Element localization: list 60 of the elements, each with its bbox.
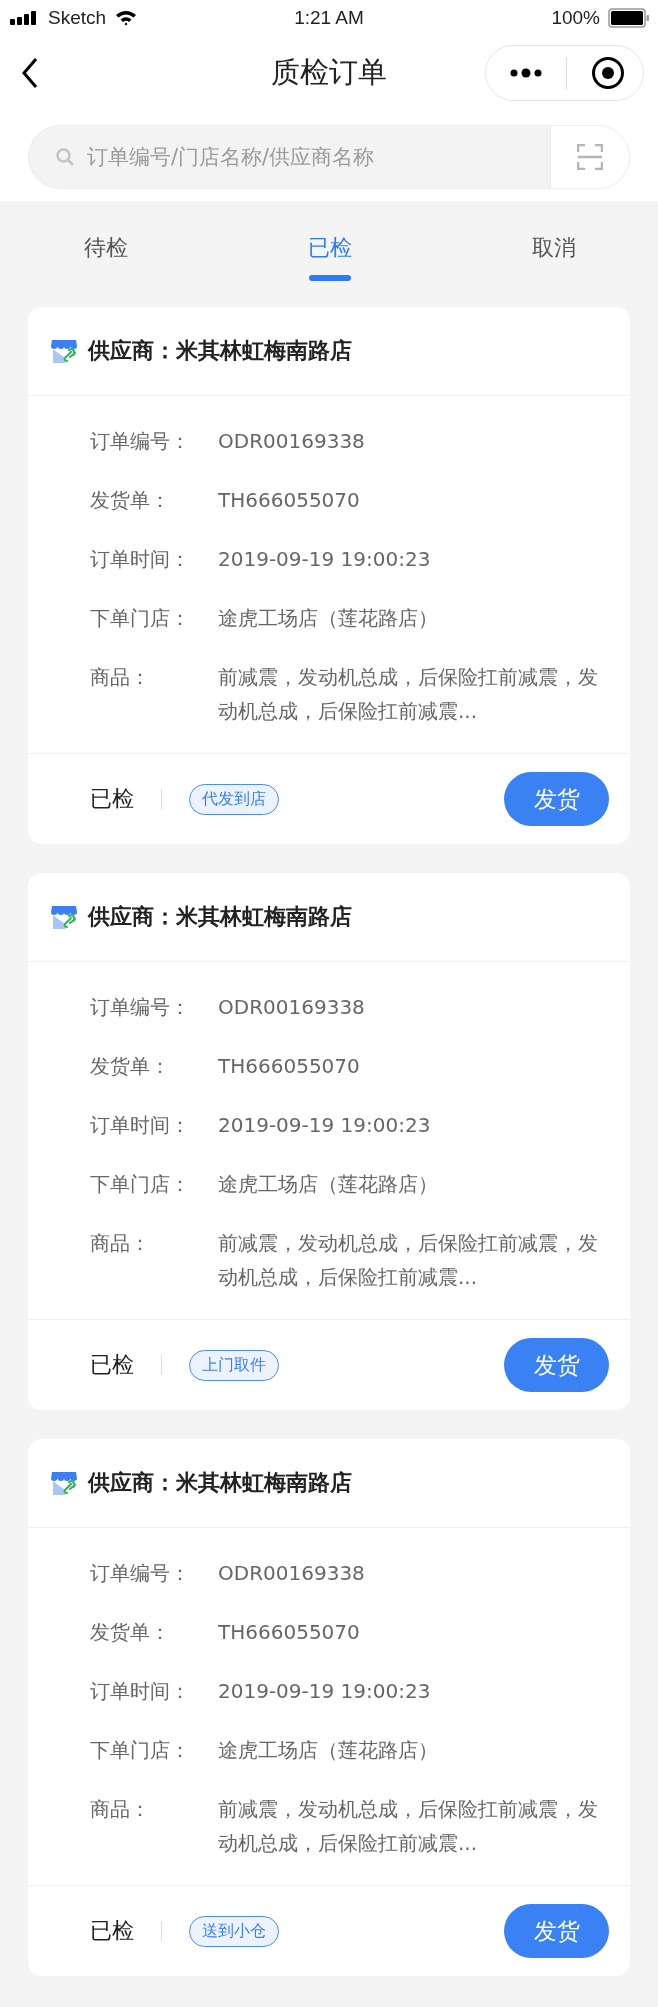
field-value: 2019-09-19 19:00:23	[218, 1678, 432, 1705]
field-value: 途虎工场店（莲花路店）	[218, 605, 439, 632]
field-label: 订单时间：	[90, 1112, 191, 1139]
field-label: 订单编号：	[90, 1560, 191, 1587]
field-label: 商品：	[90, 1796, 151, 1823]
back-icon[interactable]	[20, 57, 40, 89]
field-label: 发货单：	[90, 487, 171, 514]
field-value: ODR00169338	[218, 428, 366, 455]
field-value: ODR00169338	[218, 1560, 366, 1587]
ship-button[interactable]: 发货	[504, 1904, 609, 1958]
status-time: 1:21 AM	[294, 7, 364, 29]
field-value: TH666055070	[218, 1619, 361, 1646]
tab[interactable]: 取消	[532, 201, 576, 307]
field-value: TH666055070	[218, 487, 361, 514]
tab[interactable]: 已检	[308, 201, 352, 307]
tab[interactable]: 待检	[84, 201, 128, 307]
field-label: 下单门店：	[90, 1737, 191, 1764]
search-icon	[55, 147, 75, 167]
order-status: 已检	[90, 1351, 134, 1379]
field-value: 前减震，发动机总成，后保险扛前减震，发动机总成，后保险扛前减震...	[218, 664, 599, 725]
store-icon	[50, 1469, 78, 1497]
search-field[interactable]: 订单编号/门店名称/供应商名称	[85, 144, 540, 170]
field-value: TH666055070	[218, 1053, 361, 1080]
field-label: 订单编号：	[90, 994, 191, 1021]
delivery-tag: 送到小仓	[189, 1915, 279, 1947]
field-value: 2019-09-19 19:00:23	[218, 546, 432, 573]
battery-percent: 100%	[551, 7, 600, 29]
more-icon[interactable]	[510, 68, 542, 78]
field-label: 发货单：	[90, 1053, 171, 1080]
field-label: 下单门店：	[90, 605, 191, 632]
field-label: 下单门店：	[90, 1171, 191, 1198]
field-label: 发货单：	[90, 1619, 171, 1646]
supplier-name: 供应商：米其林虹梅南路店	[88, 903, 352, 931]
supplier-name: 供应商：米其林虹梅南路店	[88, 337, 352, 365]
order-status: 已检	[90, 1917, 134, 1945]
field-label: 订单时间：	[90, 546, 191, 573]
field-value: 2019-09-19 19:00:23	[218, 1112, 432, 1139]
field-value: ODR00169338	[218, 994, 366, 1021]
wifi-icon	[114, 9, 139, 27]
ship-button[interactable]: 发货	[504, 772, 609, 826]
store-icon	[50, 903, 78, 931]
page-title: 质检订单	[271, 54, 387, 91]
delivery-tag: 代发到店	[189, 783, 279, 815]
order-status: 已检	[90, 785, 134, 813]
close-app-icon[interactable]	[591, 56, 625, 90]
supplier-name: 供应商：米其林虹梅南路店	[88, 1469, 352, 1497]
store-icon	[50, 337, 78, 365]
field-value: 途虎工场店（莲花路店）	[218, 1737, 439, 1764]
field-label: 商品：	[90, 664, 151, 691]
field-value: 前减震，发动机总成，后保险扛前减震，发动机总成，后保险扛前减震...	[218, 1230, 599, 1291]
search-bar[interactable]: 订单编号/门店名称/供应商名称	[28, 125, 630, 189]
battery-icon	[608, 8, 650, 28]
field-value: 前减震，发动机总成，后保险扛前减震，发动机总成，后保险扛前减震...	[218, 1796, 599, 1857]
ship-button[interactable]: 发货	[504, 1338, 609, 1392]
field-label: 订单编号：	[90, 428, 191, 455]
delivery-tag: 上门取件	[189, 1349, 279, 1381]
field-label: 商品：	[90, 1230, 151, 1257]
carrier-name: Sketch	[48, 7, 107, 29]
field-label: 订单时间：	[90, 1678, 191, 1705]
field-value: 途虎工场店（莲花路店）	[218, 1171, 439, 1198]
